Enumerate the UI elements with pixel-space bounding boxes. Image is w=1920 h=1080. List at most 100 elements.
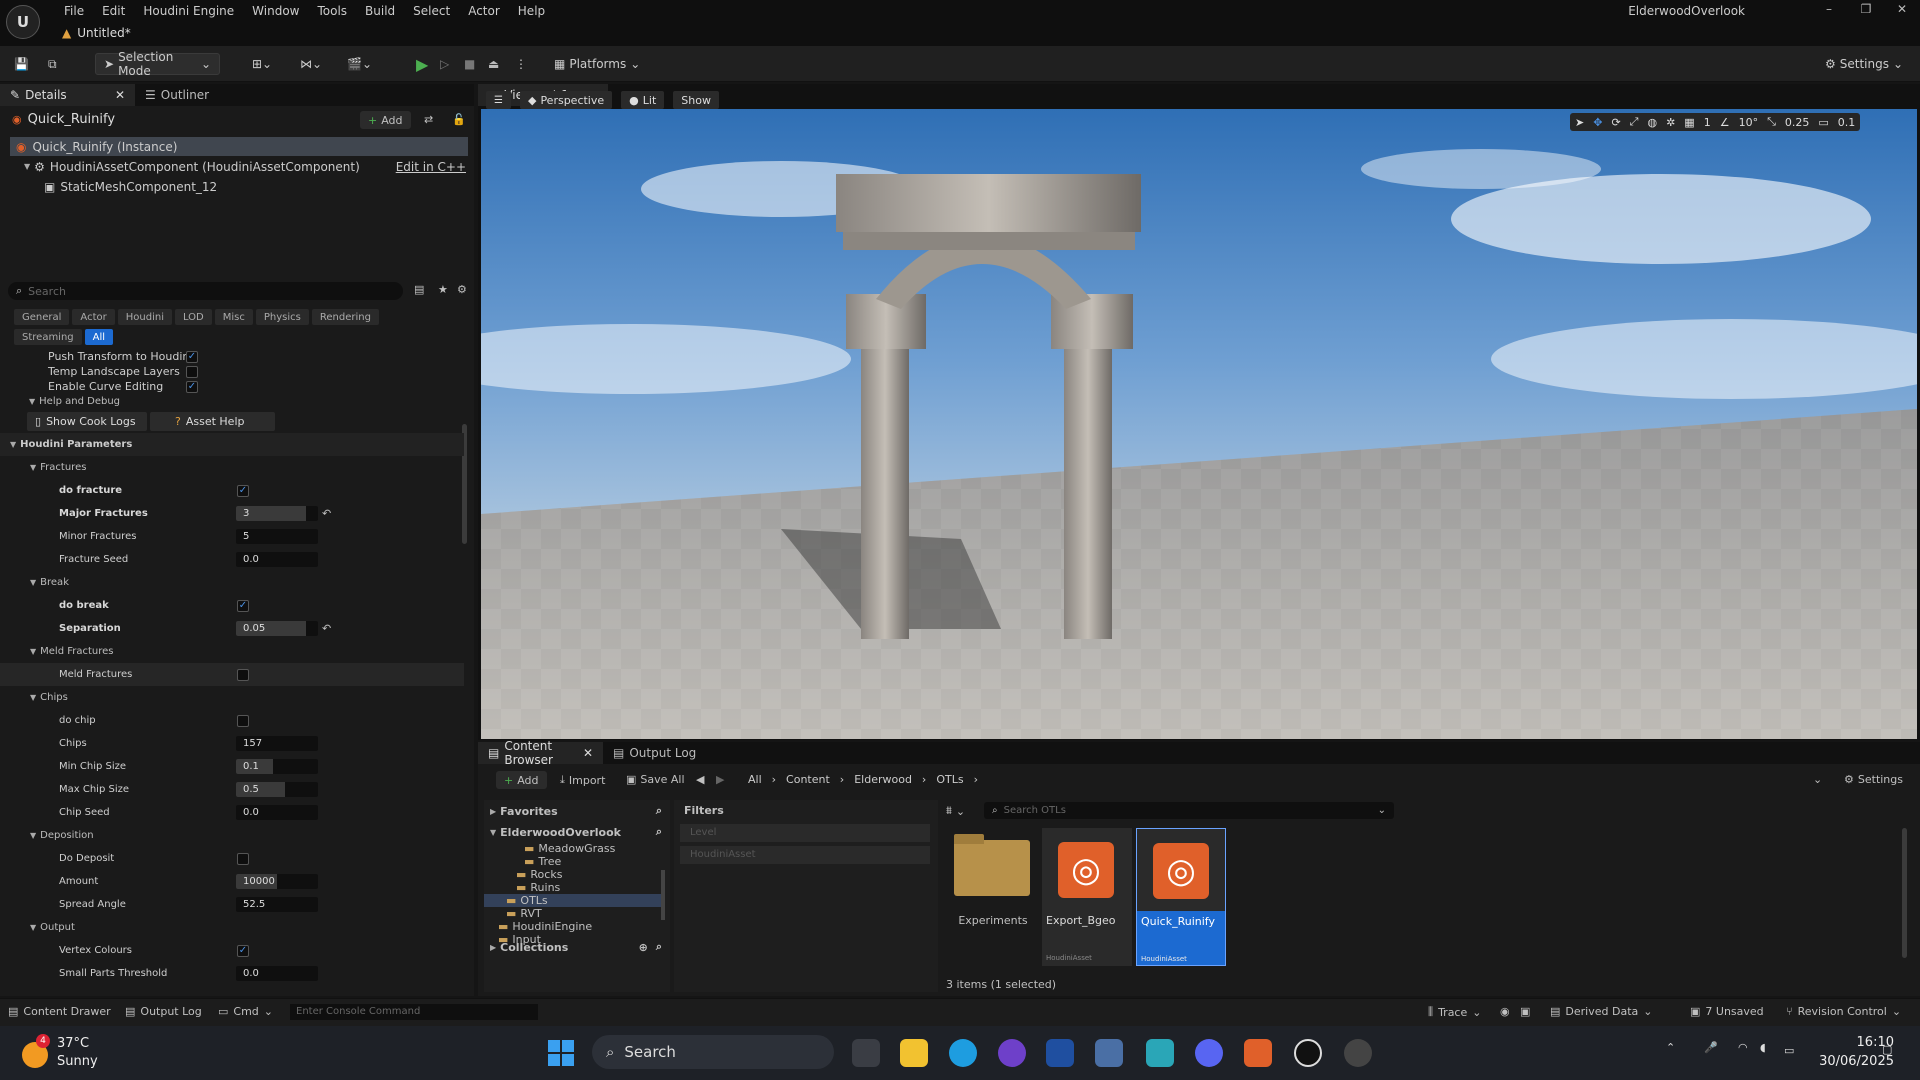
breadcrumb-otls[interactable]: OTLs	[936, 773, 963, 786]
select-icon[interactable]: ➤	[1575, 116, 1584, 129]
cmd-dropdown[interactable]: ▭ Cmd ⌄	[218, 1005, 273, 1018]
discord-icon[interactable]	[1195, 1039, 1223, 1067]
close-button[interactable]: ✕	[1884, 2, 1920, 20]
step-icon[interactable]: ▷	[440, 53, 449, 75]
reset-icon[interactable]: ↶	[322, 507, 331, 520]
save-icon[interactable]: 💾	[14, 53, 29, 75]
filter-misc[interactable]: Misc	[214, 309, 253, 325]
trace-dropdown[interactable]: ⫼ Trace ⌄	[1428, 1005, 1481, 1019]
wifi-icon[interactable]: ◠	[1738, 1041, 1748, 1054]
param-value-field[interactable]: 157	[236, 736, 318, 751]
param-category-deposition[interactable]: ▼ Deposition	[0, 824, 464, 847]
notification-icon[interactable]: ▢	[1882, 1043, 1892, 1056]
camera-speed-value[interactable]: 0.1	[1838, 116, 1856, 129]
forward-icon[interactable]: ▶	[716, 773, 724, 786]
param-value-field[interactable]: 0.1	[236, 759, 318, 774]
scale-icon[interactable]: ⤢	[1630, 115, 1639, 129]
menu-item-help[interactable]: Help	[509, 3, 554, 19]
param-value-field[interactable]: 52.5	[236, 897, 318, 912]
filter-houdini-asset[interactable]: HoudiniAsset	[680, 846, 930, 864]
settings-dropdown[interactable]: ⚙ Settings ⌄	[1825, 53, 1903, 75]
param-value-field[interactable]: 0.0	[236, 552, 318, 567]
add-component-button[interactable]: + Add	[360, 111, 411, 129]
tree-folder-otls[interactable]: ▬ OTLs	[484, 894, 664, 907]
menu-item-select[interactable]: Select	[404, 3, 459, 19]
collections-header[interactable]: ▶ Collections ⊕ ⌕	[490, 940, 662, 954]
browse-icon[interactable]: ⧉	[48, 53, 57, 75]
menu-item-window[interactable]: Window	[243, 3, 308, 19]
blueprint-icon[interactable]: ⋈⌄	[300, 53, 322, 75]
play-options-icon[interactable]: ⋮	[515, 53, 527, 75]
tab-content-browser[interactable]: ▤ Content Browser ✕	[478, 739, 603, 767]
param-category-chips[interactable]: ▼ Chips	[0, 686, 464, 709]
windows-start-icon[interactable]	[548, 1040, 574, 1066]
unsaved-button[interactable]: ▣ 7 Unsaved	[1690, 1005, 1764, 1018]
tree-folder-rvt[interactable]: ▬ RVT	[484, 907, 664, 920]
filter-all[interactable]: All	[84, 329, 114, 345]
param-checkbox[interactable]	[237, 852, 249, 865]
asset-scrollbar[interactable]	[1902, 828, 1907, 958]
angle-snap-value[interactable]: 10°	[1739, 116, 1759, 129]
param-checkbox[interactable]: ✓	[237, 944, 249, 957]
details-search-input[interactable]: ⌕ Search	[8, 282, 403, 300]
github-icon[interactable]	[998, 1039, 1026, 1067]
param-checkbox[interactable]	[237, 714, 249, 727]
filter-actor[interactable]: Actor	[72, 309, 115, 325]
filter-lod[interactable]: LOD	[174, 309, 212, 325]
box-app-icon[interactable]	[1146, 1039, 1174, 1067]
component-mesh-row[interactable]: ▣ StaticMeshComponent_12	[44, 177, 217, 196]
edit-cpp-link[interactable]: Edit in C++	[396, 160, 466, 174]
save-all-button[interactable]: ▣ Save All	[626, 773, 685, 786]
perspective-button[interactable]: ◆ Perspective	[519, 91, 613, 109]
tree-folder-meadowgrass[interactable]: ▬ MeadowGrass	[484, 842, 664, 855]
filter-physics[interactable]: Physics	[255, 309, 309, 325]
translate-icon[interactable]: ✥	[1593, 116, 1602, 129]
asset-search-input[interactable]: ⌕ Search OTLs ⌄	[984, 802, 1394, 819]
breadcrumb-all[interactable]: All	[748, 773, 762, 786]
grid-snap-icon[interactable]: ▦	[1684, 116, 1694, 129]
battery-icon[interactable]: ▭	[1784, 1044, 1794, 1057]
search-icon[interactable]: ⌕	[656, 804, 662, 818]
content-drawer-button[interactable]: ▤ Content Drawer	[8, 1005, 111, 1018]
filter-streaming[interactable]: Streaming	[14, 329, 82, 345]
param-checkbox[interactable]: ✓	[237, 484, 249, 497]
tree-folder-ruins[interactable]: ▬ Ruins	[484, 881, 664, 894]
plus-circle-icon[interactable]: ⊕	[639, 941, 648, 954]
taskbar-search[interactable]: ⌕ Search	[592, 1035, 834, 1069]
asset-tile-experiments[interactable]: Experiments	[948, 828, 1038, 966]
tab-details[interactable]: ✎ Details ✕	[0, 84, 135, 106]
play-icon[interactable]: ▶	[416, 53, 428, 75]
stop-icon[interactable]: ■	[464, 53, 475, 75]
cb-add-button[interactable]: + Add	[496, 771, 547, 789]
grid-snap-value[interactable]: 1	[1704, 116, 1711, 129]
param-category-break[interactable]: ▼ Break	[0, 571, 464, 594]
edge-icon[interactable]	[949, 1039, 977, 1067]
favorites-header[interactable]: ▶ Favorites ⌕	[490, 804, 662, 818]
param-value-field[interactable]: 10000	[236, 874, 318, 889]
param-value-field[interactable]: 3	[236, 506, 318, 521]
gear-icon[interactable]: ⚙	[457, 283, 467, 296]
component-houdini-row[interactable]: ▼ ⚙ HoudiniAssetComponent (HoudiniAssetCom…	[24, 157, 468, 176]
asset-tile-quick-ruinify[interactable]: ◎ Quick_Ruinify HoudiniAsset	[1136, 828, 1226, 966]
scale-snap-value[interactable]: 0.25	[1785, 116, 1810, 129]
param-category-output[interactable]: ▼ Output	[0, 916, 464, 939]
project-header[interactable]: ▼ ElderwoodOverlook ⌕	[490, 825, 662, 839]
lit-button[interactable]: ● Lit	[621, 91, 665, 109]
show-cook-logs-button[interactable]: ▯ Show Cook Logs	[27, 412, 147, 431]
camera-speed-icon[interactable]: ▭	[1818, 116, 1828, 129]
tree-folder-tree[interactable]: ▬ Tree	[484, 855, 664, 868]
menu-item-file[interactable]: File	[55, 3, 93, 19]
asset-tile-export-bgeo[interactable]: ◎ Export_Bgeo HoudiniAsset	[1042, 828, 1132, 966]
filter-rendering[interactable]: Rendering	[311, 309, 379, 325]
tree-folder-houdiniengine[interactable]: ▬ HoudiniEngine	[484, 920, 664, 933]
tree-folder-rocks[interactable]: ▬ Rocks	[484, 868, 664, 881]
tab-output-log[interactable]: ▤ Output Log	[603, 742, 706, 764]
angle-snap-icon[interactable]: ∠	[1720, 116, 1730, 129]
close-icon[interactable]: ✕	[115, 88, 125, 102]
add-actor-icon[interactable]: ⊞⌄	[252, 53, 272, 75]
surface-snap-icon[interactable]: ✲	[1666, 116, 1675, 129]
clock-date[interactable]: 30/06/2025	[1806, 1054, 1894, 1069]
cb-settings-button[interactable]: ⚙ Settings	[1844, 773, 1903, 786]
menu-item-edit[interactable]: Edit	[93, 3, 134, 19]
eject-icon[interactable]: ⏏	[488, 53, 499, 75]
